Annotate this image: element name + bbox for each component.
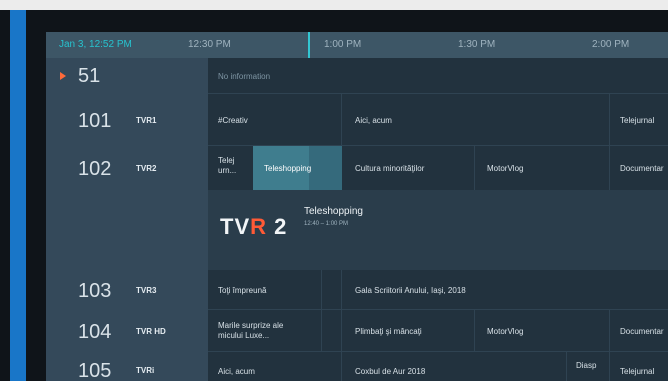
program-cell[interactable]: Plimbaţi şi mâncaţi bbox=[355, 327, 422, 337]
time-tick: 12:30 PM bbox=[188, 39, 231, 50]
current-date: Jan 3, 12:52 PM bbox=[59, 39, 132, 50]
program-cell[interactable]: Aici, acum bbox=[355, 116, 392, 126]
live-play-icon bbox=[60, 72, 66, 80]
focused-cell-bg bbox=[309, 146, 342, 190]
cell-divider bbox=[566, 352, 567, 381]
details-time: 12:40 – 1:00 PM bbox=[304, 221, 349, 227]
channel-row[interactable]: 104 TVR HD Marile surprize ale micului L… bbox=[46, 310, 668, 352]
cell-divider bbox=[341, 352, 342, 381]
channel-logo: TVR HD bbox=[136, 327, 166, 336]
program-details-panel: TVR 2 Teleshopping 12:40 – 1:00 PM bbox=[208, 190, 668, 270]
cell-divider bbox=[321, 270, 322, 310]
channel-logo: TVRi bbox=[136, 366, 155, 375]
now-indicator bbox=[308, 32, 310, 60]
logo-number: 2 bbox=[274, 214, 288, 239]
cell-divider bbox=[321, 310, 322, 352]
program-cell[interactable]: Telej urn... bbox=[218, 156, 252, 176]
program-cell[interactable]: MotorVlog bbox=[487, 164, 523, 174]
channel-number: 101 bbox=[78, 110, 112, 132]
cell-divider bbox=[341, 310, 342, 352]
program-cell[interactable]: No information bbox=[218, 72, 270, 82]
cell-divider bbox=[609, 94, 610, 146]
cell-divider bbox=[474, 146, 475, 190]
program-cell[interactable]: Aici, acum bbox=[218, 367, 255, 377]
program-cell[interactable]: Documentar bbox=[620, 164, 664, 174]
cell-divider bbox=[609, 310, 610, 352]
program-cell[interactable]: Telejurnal bbox=[620, 116, 654, 126]
channel-number: 105 bbox=[78, 360, 112, 381]
cell-divider bbox=[341, 270, 342, 310]
channel-row[interactable]: 101 TVR1 #Creativ Aici, acum Telejurnal bbox=[46, 94, 668, 146]
program-cell[interactable]: MotorVlog bbox=[487, 327, 523, 337]
channel-row[interactable]: 51 No information bbox=[46, 58, 668, 94]
program-cell[interactable]: #Creativ bbox=[218, 116, 248, 126]
time-tick: 1:00 PM bbox=[324, 39, 362, 50]
time-tick: 2:00 PM bbox=[592, 39, 630, 50]
program-cell[interactable]: Cultura minorităţilor bbox=[355, 164, 424, 174]
channel-logo: TVR1 bbox=[136, 116, 157, 125]
logo-text: TV bbox=[220, 214, 251, 239]
program-cell[interactable]: Coxbul de Aur 2018 bbox=[355, 367, 425, 377]
cell-divider bbox=[609, 352, 610, 381]
cell-divider bbox=[341, 94, 342, 146]
program-cell[interactable]: Telejurnal bbox=[620, 367, 654, 377]
program-cell[interactable]: Marile surprize ale micului Luxe... bbox=[218, 321, 298, 341]
focused-program-cell[interactable]: Teleshopping bbox=[264, 164, 311, 174]
channel-row[interactable]: 105 TVRi Aici, acum Coxbul de Aur 2018 D… bbox=[46, 352, 668, 381]
channel-number: 102 bbox=[78, 158, 112, 180]
program-cell[interactable]: Documentar bbox=[620, 327, 664, 337]
channel-logo: TVR3 bbox=[136, 286, 157, 295]
channel-logo: TVR2 bbox=[136, 164, 157, 173]
channel-row[interactable]: 102 TVR2 Telej urn... Teleshopping Cultu… bbox=[46, 146, 668, 190]
channel-number: 51 bbox=[78, 65, 101, 87]
accent-bar bbox=[10, 10, 26, 381]
channel-row[interactable]: 103 TVR3 Toţi împreună Gala Scriitorii A… bbox=[46, 270, 668, 310]
logo-r: R bbox=[250, 214, 268, 239]
cell-divider bbox=[609, 146, 610, 190]
program-cell[interactable]: Diasp bbox=[576, 361, 596, 371]
channel-number: 104 bbox=[78, 321, 112, 343]
program-cell[interactable]: Gala Scriitorii Anului, Iaşi, 2018 bbox=[355, 286, 466, 296]
channel-number: 103 bbox=[78, 280, 112, 302]
channel-logo-large: TVR 2 bbox=[220, 214, 287, 240]
program-cell[interactable]: Toţi împreună bbox=[218, 286, 266, 296]
time-tick: 1:30 PM bbox=[458, 39, 496, 50]
details-title: Teleshopping bbox=[304, 206, 363, 217]
epg-screen: Jan 3, 12:52 PM 12:30 PM 1:00 PM 1:30 PM… bbox=[46, 32, 668, 381]
cell-divider bbox=[474, 310, 475, 352]
time-bar: Jan 3, 12:52 PM 12:30 PM 1:00 PM 1:30 PM… bbox=[46, 32, 668, 58]
